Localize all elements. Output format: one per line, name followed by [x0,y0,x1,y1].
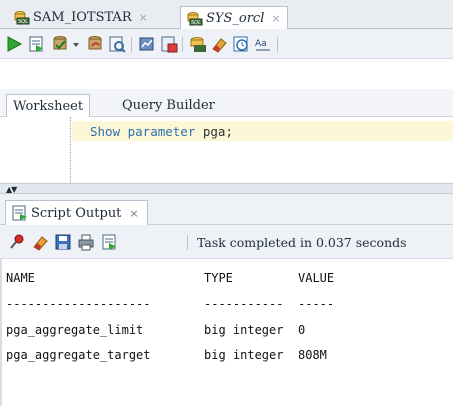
eraser-icon[interactable] [31,233,49,251]
tab-query-builder[interactable]: Query Builder [116,94,221,117]
row-type: big integer [204,348,284,362]
output-row: pga_aggregate_target big integer 808M [6,348,327,362]
toolbar-separator [187,235,188,250]
row-value: 0 [298,323,306,337]
line-gutter [0,117,71,183]
svg-text:SQL: SQL [191,20,201,26]
output-toolbar: Task completed in 0.037 seconds [0,225,453,259]
row-value: 808M [298,348,327,362]
header-type: TYPE [204,271,233,285]
chevron-down-icon[interactable] [71,35,81,53]
task-status-text: Task completed in 0.037 seconds [197,235,407,250]
separator-value: ----- [298,297,335,311]
script-output-area[interactable]: NAME TYPE VALUE -------------------- ------… [0,259,453,406]
output-tab-bar: Script Output × [0,194,453,225]
run-statement-icon[interactable] [5,35,23,53]
toolbar-separator [277,37,278,52]
rollback-icon[interactable] [86,35,104,53]
print-icon[interactable] [77,233,95,251]
run-script-icon[interactable] [100,233,118,251]
header-name: NAME [6,271,35,285]
row-name: pga_aggregate_target [6,348,151,362]
header-value: VALUE [298,271,335,285]
splitter-arrows-icon[interactable]: ▲▼ [6,185,17,194]
doc-tab-sam-iotstar[interactable]: SQL SAM_IOTSTAR × [8,6,154,29]
separator-type: ----------- [204,297,284,311]
tab-script-output[interactable]: Script Output × [5,200,148,225]
worksheet-tab-bar: Worksheet Query Builder [0,89,453,117]
pane-splitter[interactable]: ▲▼ [0,183,453,194]
explain-plan-icon[interactable] [108,35,126,53]
row-name: pga_aggregate_limit [6,323,144,337]
sql-text: pga; [195,124,233,139]
output-row: pga_aggregate_limit big integer 0 [6,323,305,337]
output-header-row: NAME TYPE VALUE [6,271,334,285]
doc-tab-label: SYS_orcl [206,10,265,26]
sql-database-icon: SQL [14,10,30,25]
sql-database-icon: SQL [187,11,203,26]
script-output-label: Script Output [31,205,122,221]
sql-keyword: Show parameter [90,124,196,139]
save-icon[interactable] [54,233,72,251]
script-output-icon [12,205,28,221]
sql-code-line[interactable]: Show parameter pga; [90,124,233,139]
eraser-icon[interactable] [210,35,228,53]
close-icon[interactable]: × [129,207,138,220]
worksheet-toolbar: Aa [0,29,453,59]
clear-icon[interactable] [160,35,178,53]
close-icon[interactable]: × [271,12,280,25]
doc-tab-label: SAM_IOTSTAR [33,10,132,25]
history-icon[interactable] [232,35,250,53]
svg-text:Aa: Aa [255,39,267,49]
tab-worksheet[interactable]: Worksheet [6,94,91,117]
doc-tab-sys-orcl[interactable]: SQL SYS_orcl × [180,6,288,29]
sql-tuning-icon[interactable] [189,35,207,53]
row-type: big integer [204,323,284,337]
pin-icon[interactable] [8,233,26,251]
separator-name: -------------------- [6,297,151,311]
document-tab-bar: SQL SAM_IOTSTAR × SQL SYS_orcl × [0,0,453,29]
toolbar-separator [182,37,183,52]
commit-icon[interactable] [51,35,69,53]
toolbar-separator [131,37,132,52]
svg-text:SQL: SQL [18,19,28,25]
output-separator-row: -------------------- ----------- ----- [6,297,334,311]
close-icon[interactable]: × [139,11,148,24]
run-script-icon[interactable] [27,35,45,53]
sql-editor[interactable]: Show parameter pga; [0,117,453,183]
autotrace-icon[interactable] [138,35,156,53]
change-case-icon[interactable]: Aa [254,35,272,53]
